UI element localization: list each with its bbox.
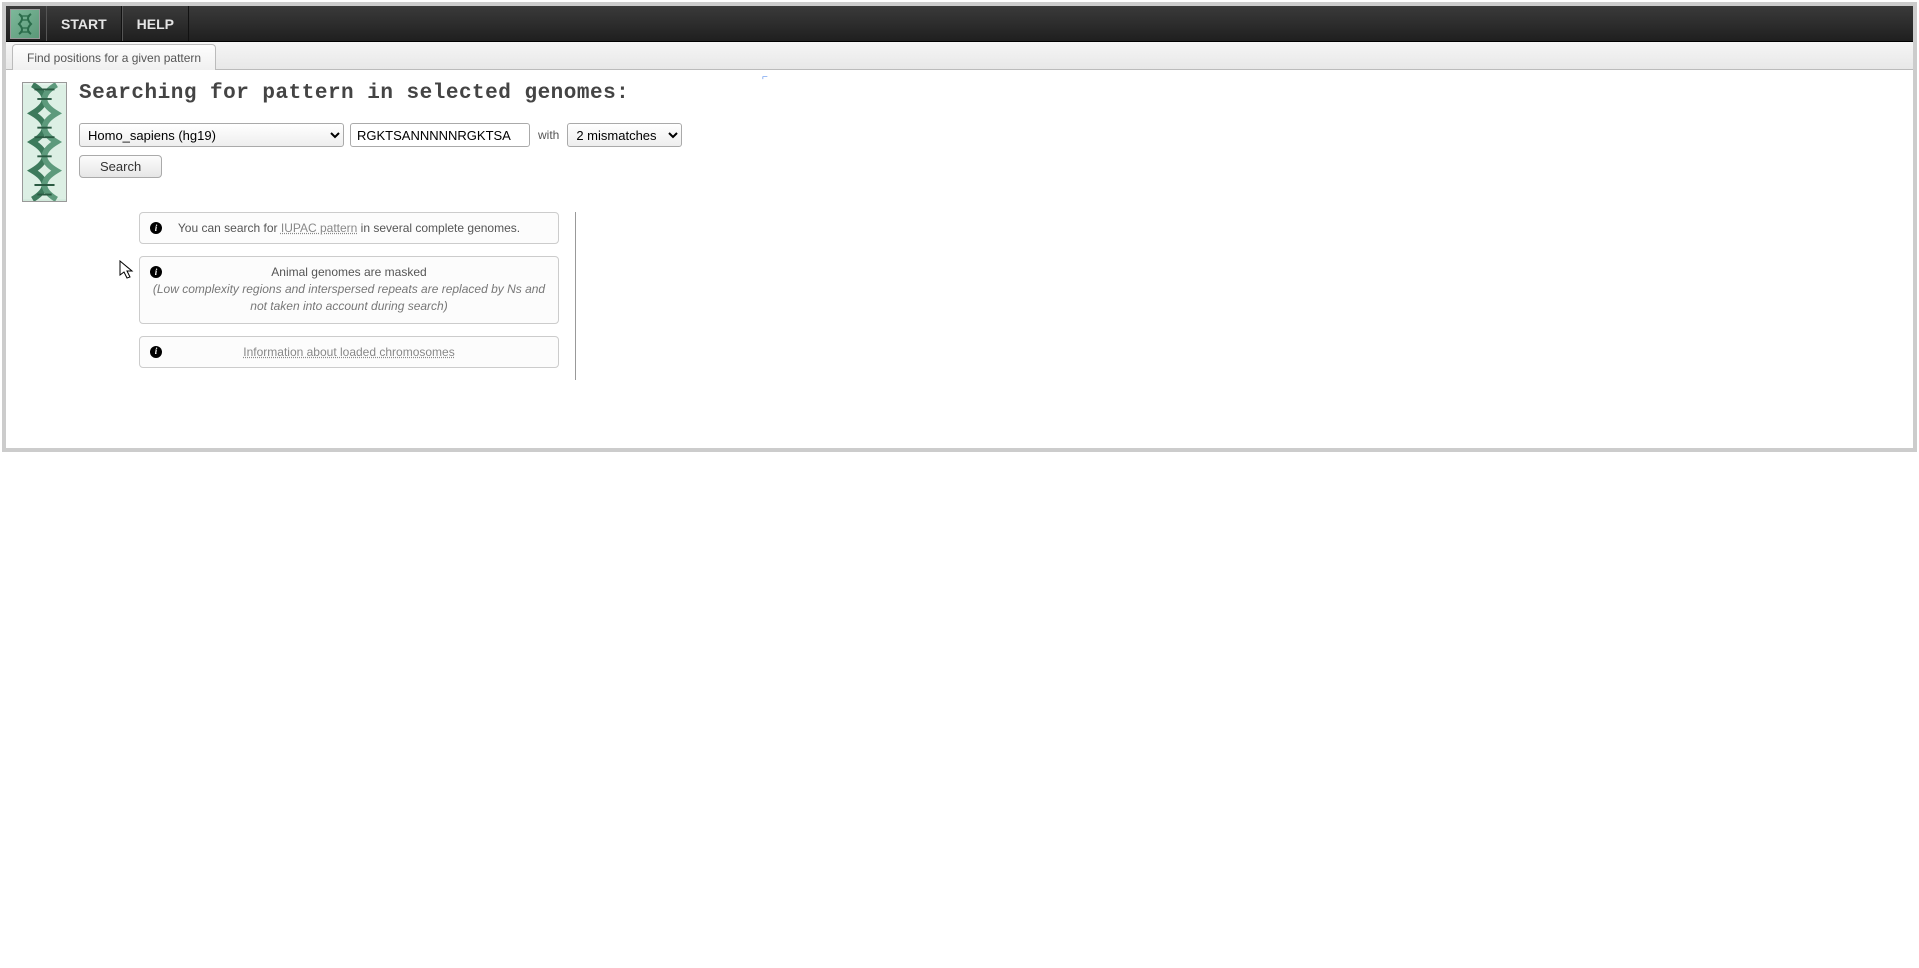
- content-area: Searching for pattern in selected genome…: [6, 70, 1913, 410]
- info-card-chromosomes: i Information about loaded chromosomes: [139, 336, 559, 368]
- tab-find-positions[interactable]: Find positions for a given pattern: [12, 44, 216, 70]
- tab-bar: Find positions for a given pattern: [6, 42, 1913, 70]
- search-form-row: Homo_sapiens (hg19) with 2 mismatches: [79, 123, 1897, 147]
- menu-start[interactable]: START: [46, 6, 122, 41]
- iupac-pattern-link[interactable]: IUPAC pattern: [281, 221, 357, 235]
- dna-logo-icon: [13, 12, 37, 36]
- page-title: Searching for pattern in selected genome…: [79, 82, 1897, 105]
- app-container: START HELP Find positions for a given pa…: [2, 2, 1917, 452]
- chromosomes-info-link[interactable]: Information about loaded chromosomes: [243, 345, 454, 359]
- pattern-input[interactable]: [350, 123, 530, 147]
- info-masked-title: Animal genomes are masked: [271, 265, 426, 279]
- info-text-post: in several complete genomes.: [357, 221, 520, 235]
- info-icon: i: [150, 346, 162, 358]
- top-menu-bar: START HELP: [6, 6, 1913, 42]
- info-card-iupac: i You can search for IUPAC pattern in se…: [139, 212, 559, 244]
- info-icon: i: [150, 266, 162, 278]
- search-button[interactable]: Search: [79, 155, 162, 178]
- mismatch-select[interactable]: 2 mismatches: [567, 123, 682, 147]
- info-icon: i: [150, 222, 162, 234]
- marker-icon: ⌐: [762, 72, 768, 83]
- main-column: Searching for pattern in selected genome…: [79, 82, 1897, 380]
- app-logo: [10, 9, 40, 39]
- info-text-pre: You can search for: [178, 221, 281, 235]
- info-card-masked: i Animal genomes are masked (Low complex…: [139, 256, 559, 324]
- with-label: with: [538, 128, 559, 142]
- info-section: i You can search for IUPAC pattern in se…: [139, 212, 1897, 380]
- menu-help[interactable]: HELP: [122, 6, 189, 41]
- genome-select[interactable]: Homo_sapiens (hg19): [79, 123, 344, 147]
- vertical-divider: [575, 212, 576, 380]
- info-cards: i You can search for IUPAC pattern in se…: [139, 212, 559, 380]
- info-masked-note: (Low complexity regions and interspersed…: [150, 281, 548, 315]
- dna-side-image: [22, 82, 67, 202]
